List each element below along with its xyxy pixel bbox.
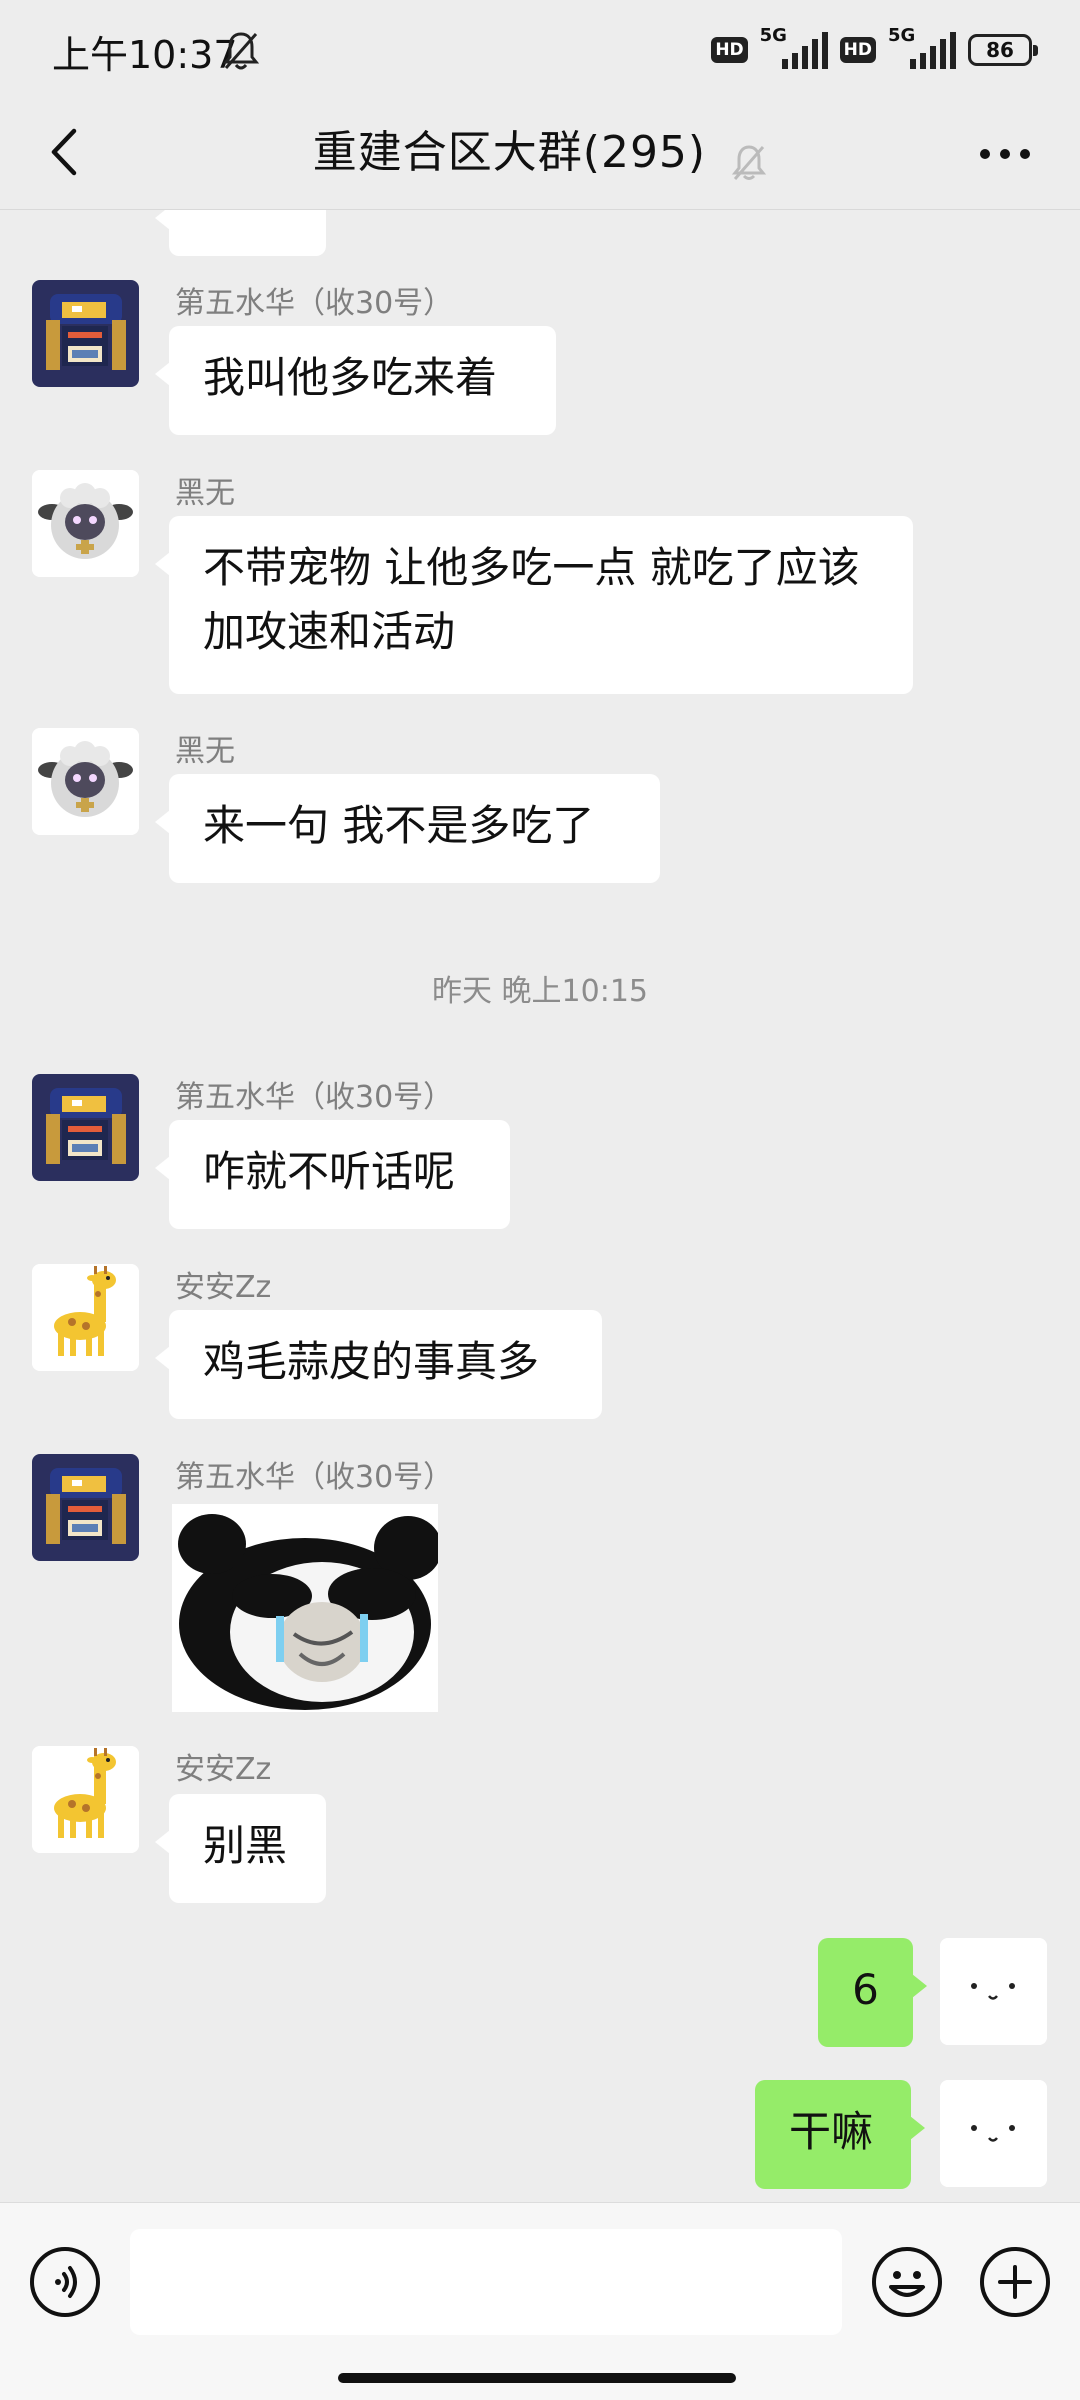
bell-off-icon: [732, 144, 767, 180]
bell-off-icon: [222, 32, 260, 70]
emoji-icon: [872, 2247, 942, 2317]
battery-icon: 86: [968, 34, 1038, 66]
emoji-button[interactable]: [870, 2245, 944, 2319]
message-input[interactable]: [130, 2229, 842, 2335]
sender-name: 第五水华（收30号）: [175, 286, 454, 321]
more-icon: [980, 149, 1030, 159]
timestamp: 昨天 晚上10:15: [432, 974, 648, 1009]
avatar[interactable]: [32, 1264, 139, 1371]
message-bubble[interactable]: 我叫他多吃来着: [155, 326, 556, 435]
status-bar: 上午10:37 HD 5G HD 5G 86: [0, 0, 1080, 96]
avatar[interactable]: [32, 280, 139, 387]
chat-header: 重建合区大群(295): [0, 96, 1080, 210]
voice-icon: [30, 2247, 100, 2317]
home-indicator[interactable]: [338, 2373, 736, 2383]
signal-icon-2: 5G: [886, 25, 958, 71]
message-bubble[interactable]: 咋就不听话呢: [155, 1120, 510, 1229]
avatar[interactable]: [32, 470, 139, 577]
sender-name: 黑无: [175, 734, 235, 769]
sender-name: 第五水华（收30号）: [175, 1080, 454, 1115]
avatar[interactable]: [32, 728, 139, 835]
signal-icon: 5G: [758, 25, 830, 71]
my-avatar[interactable]: [940, 2080, 1047, 2187]
my-message-bubble[interactable]: 干嘛: [755, 2080, 925, 2189]
title-area: 重建合区大群(295): [0, 116, 1080, 183]
plus-button[interactable]: [978, 2245, 1052, 2319]
message-bubble[interactable]: 鸡毛蒜皮的事真多: [155, 1310, 602, 1419]
plus-icon: [980, 2247, 1050, 2317]
voice-button[interactable]: [28, 2245, 102, 2319]
sender-name: 安安Zz: [175, 1752, 272, 1787]
avatar[interactable]: [32, 1746, 139, 1853]
avatar[interactable]: [32, 1454, 139, 1561]
message-bubble-partial[interactable]: [155, 210, 326, 256]
more-button[interactable]: [970, 124, 1040, 184]
my-message-bubble[interactable]: 6: [818, 1938, 927, 2047]
page-title: 重建合区大群(295): [312, 127, 707, 178]
avatar[interactable]: [32, 1074, 139, 1181]
sender-name: 安安Zz: [175, 1270, 272, 1305]
sender-name: 第五水华（收30号）: [175, 1460, 454, 1495]
message-bubble[interactable]: 不带宠物 让他多吃一点 就吃了应该加攻速和活动: [155, 516, 913, 694]
input-bar: [0, 2202, 1080, 2400]
system-icons: HD 5G HD 5G 86: [711, 25, 1038, 72]
chat-area[interactable]: 第五水华（收30号） 我叫他多吃来着 黑无 不带宠物 让他多吃一点 就吃了应该加…: [0, 210, 1080, 2202]
hd-badge: HD: [711, 37, 748, 63]
status-time: 上午10:37: [52, 33, 238, 77]
message-bubble[interactable]: 来一句 我不是多吃了: [155, 774, 660, 883]
my-avatar[interactable]: [940, 1938, 1047, 2045]
panda-meme-sticker[interactable]: [172, 1504, 438, 1712]
battery-level: 86: [986, 38, 1014, 62]
hd-badge-2: HD: [839, 37, 876, 63]
message-bubble[interactable]: 别黑: [155, 1794, 326, 1903]
sender-name: 黑无: [175, 476, 235, 511]
